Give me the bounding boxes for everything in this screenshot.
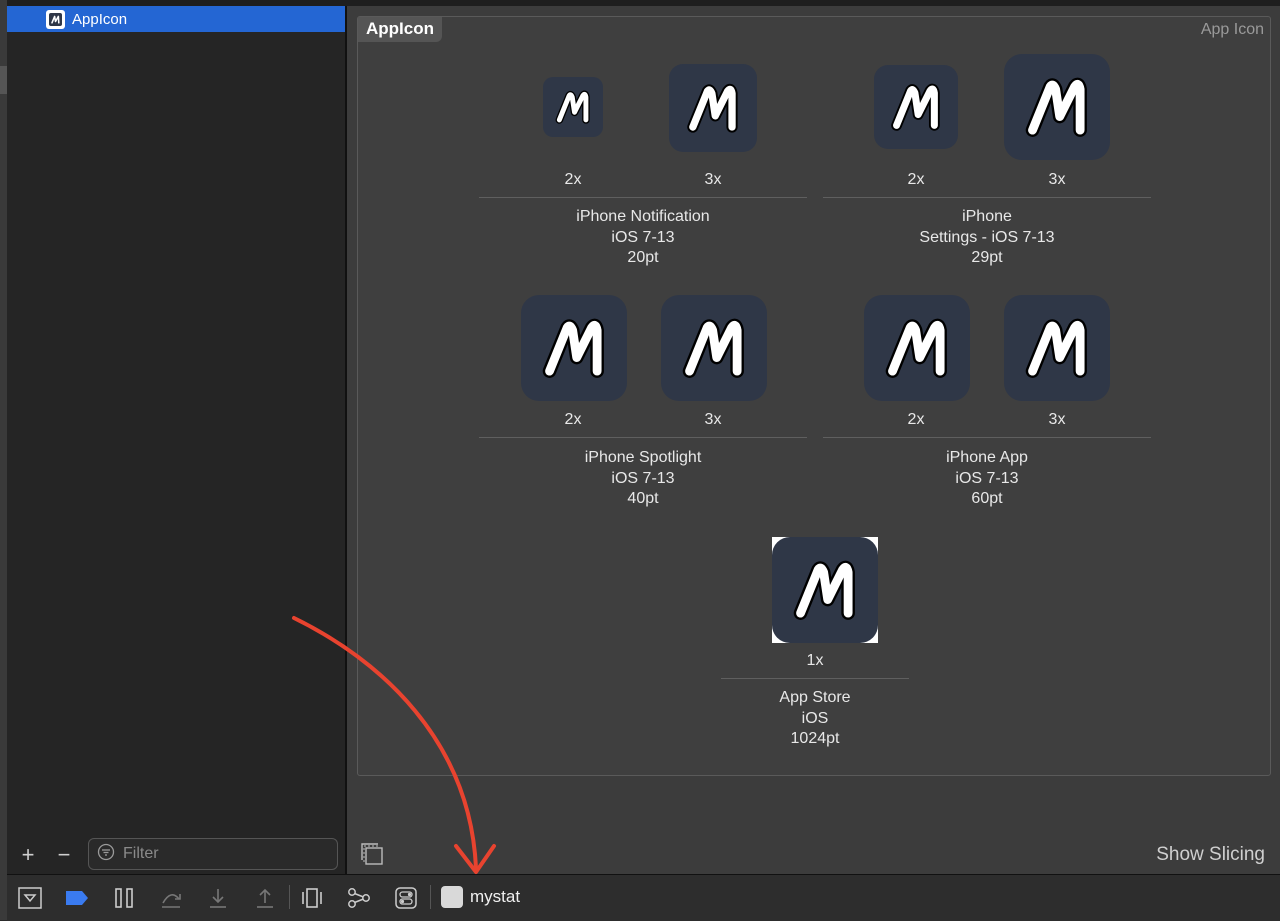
step-out-icon (252, 885, 278, 911)
scale-label: 3x (1048, 411, 1066, 428)
group-divider (479, 197, 807, 198)
icon-slot-app-2x[interactable] (864, 295, 970, 401)
icon-slot-app-3x[interactable] (1004, 295, 1110, 401)
group-divider (479, 437, 807, 438)
scale-label: 2x (907, 171, 925, 188)
icon-slot-notification-3x[interactable] (669, 64, 757, 152)
group-divider (823, 197, 1151, 198)
memory-graph-icon[interactable] (346, 885, 372, 911)
scale-label: 1x (806, 652, 824, 669)
sidebar-bottom-bar: + − (7, 836, 345, 874)
asset-list-item-appicon[interactable]: AppIcon (7, 6, 345, 32)
asset-list-item-label: AppIcon (72, 10, 128, 28)
icon-group-appstore: App Store iOS 1024pt (779, 689, 851, 747)
scale-label: 3x (704, 411, 722, 428)
filter-icon (97, 843, 115, 866)
icon-group-settings: iPhone Settings - iOS 7-13 29pt (919, 208, 1055, 266)
hide-debug-area-icon[interactable] (17, 885, 43, 911)
scale-label: 2x (907, 411, 925, 428)
scale-label: 3x (1048, 171, 1066, 188)
scheme-app-icon (441, 886, 463, 908)
asset-editor: AppIcon App Icon 2x 3x iPhone Notificati… (347, 6, 1280, 874)
asset-set-type: App Icon (1200, 21, 1264, 38)
appicon-thumbnail-icon (46, 9, 65, 29)
add-asset-button[interactable]: + (17, 844, 39, 866)
asset-sidebar: AppIcon (7, 6, 345, 874)
toolbar-separator (289, 885, 290, 909)
view-hierarchy-icon[interactable] (299, 885, 325, 911)
group-divider (721, 678, 909, 679)
icon-group-notification: iPhone Notification iOS 7-13 20pt (576, 208, 710, 266)
filter-field[interactable] (88, 838, 338, 870)
remove-asset-button[interactable]: − (53, 844, 75, 866)
environment-overrides-icon[interactable] (393, 885, 419, 911)
filter-input[interactable] (121, 844, 325, 864)
icon-slot-spotlight-3x[interactable] (661, 295, 767, 401)
debug-bar: mystat (7, 874, 1280, 921)
icon-slot-settings-3x[interactable] (1004, 54, 1110, 160)
breakpoints-toggle-icon[interactable] (64, 885, 90, 911)
slicing-icon[interactable] (360, 842, 384, 866)
scale-label: 3x (704, 171, 722, 188)
icon-slot-notification-2x[interactable] (543, 77, 603, 137)
icon-group-spotlight: iPhone Spotlight iOS 7-13 40pt (584, 449, 702, 507)
toolbar-separator (430, 885, 431, 909)
step-over-icon (158, 885, 184, 911)
scheme-name[interactable]: mystat (470, 887, 520, 907)
show-slicing-button[interactable]: Show Slicing (1156, 844, 1265, 866)
pause-icon[interactable] (111, 885, 137, 911)
scale-label: 2x (564, 411, 582, 428)
icon-slot-settings-2x[interactable] (874, 65, 958, 149)
group-divider (823, 437, 1151, 438)
icon-slot-spotlight-2x[interactable] (521, 295, 627, 401)
icon-slot-appstore-1x[interactable] (772, 537, 878, 643)
icon-group-app: iPhone App iOS 7-13 60pt (946, 449, 1028, 507)
asset-set-name: AppIcon (358, 17, 442, 42)
asset-set-panel: AppIcon App Icon 2x 3x iPhone Notificati… (357, 16, 1271, 776)
left-edge (0, 0, 7, 920)
step-into-icon (205, 885, 231, 911)
scale-label: 2x (564, 171, 582, 188)
